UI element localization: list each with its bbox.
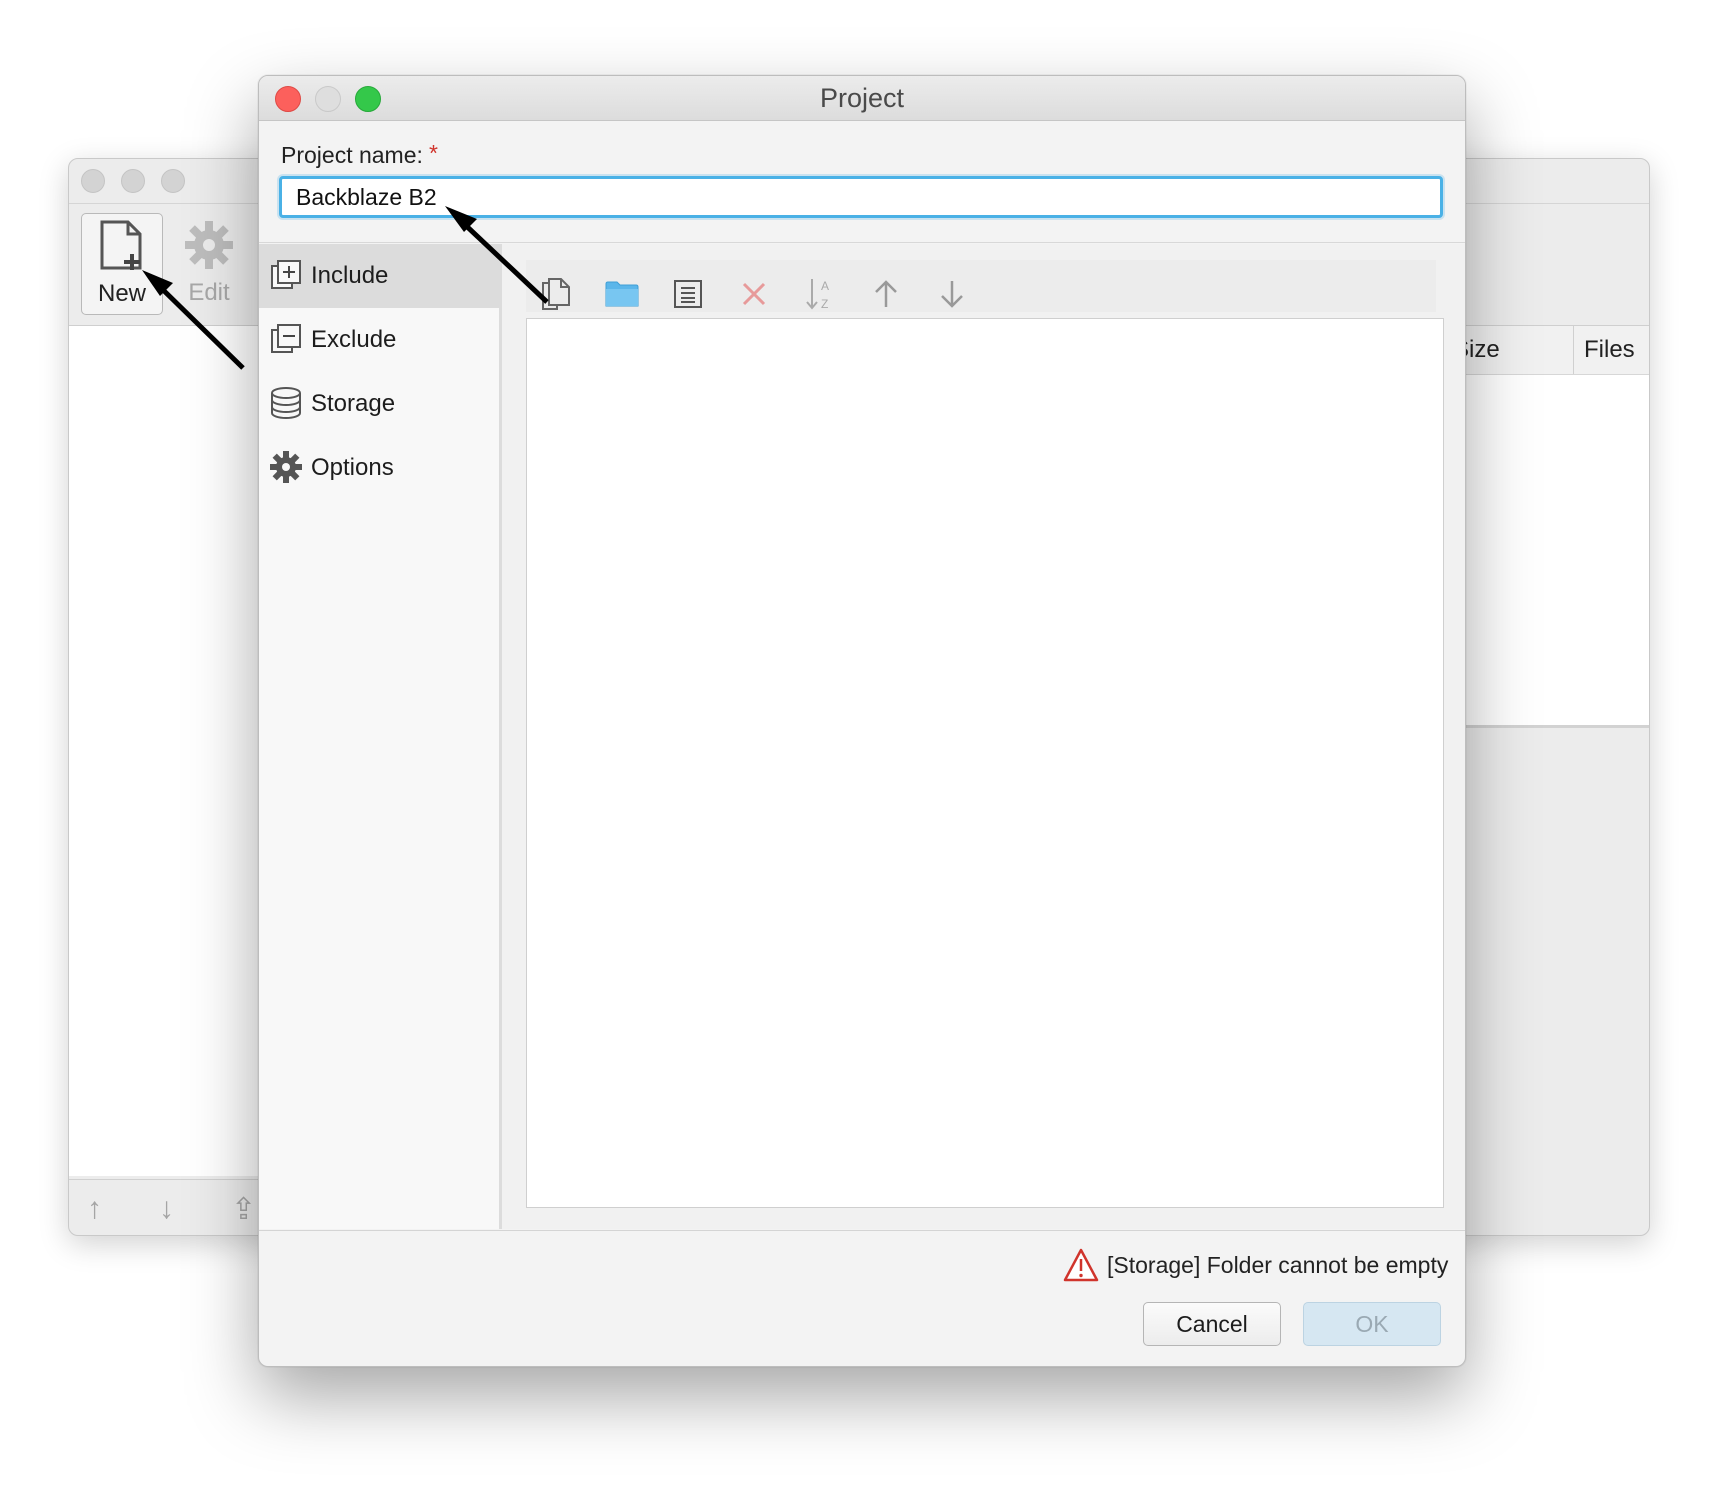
sidebar-item-storage[interactable]: Storage <box>259 372 499 436</box>
project-list[interactable] <box>69 325 259 1176</box>
upload-icon[interactable]: ⇪ <box>231 1192 256 1227</box>
bg-minimize-light[interactable] <box>121 169 145 193</box>
title-bar[interactable]: Project <box>259 76 1465 121</box>
gear-icon <box>185 221 233 269</box>
header-divider <box>259 242 1465 243</box>
section-sidebar: Include Exclude Storage Options <box>259 244 502 1229</box>
sidebar-item-label: Options <box>311 454 394 481</box>
edit-button-label: Edit <box>188 279 230 306</box>
add-file-button[interactable] <box>534 272 578 316</box>
project-table[interactable]: Size Files <box>1453 325 1649 726</box>
arrow-up-icon[interactable]: ↑ <box>87 1192 102 1226</box>
exclude-icon <box>271 324 301 353</box>
new-button[interactable]: New <box>81 213 163 315</box>
project-dialog: Project Project name: * Include Exclude <box>258 75 1466 1367</box>
move-down-button[interactable] <box>930 272 974 316</box>
delete-icon <box>742 282 766 306</box>
copy-file-icon <box>542 278 570 310</box>
footer-divider <box>259 1230 1465 1231</box>
move-up-button[interactable] <box>864 272 908 316</box>
sort-az-icon: A Z <box>806 279 829 311</box>
cancel-button[interactable]: Cancel <box>1143 1302 1281 1346</box>
arrow-down-icon[interactable]: ↓ <box>159 1192 174 1226</box>
svg-text:Z: Z <box>821 297 828 311</box>
gear-icon <box>270 451 302 483</box>
sidebar-item-label: Include <box>311 262 389 289</box>
bg-close-light[interactable] <box>81 169 105 193</box>
sidebar-item-label: Storage <box>311 390 396 417</box>
list-document-icon <box>674 280 702 308</box>
dialog-title: Project <box>819 83 905 113</box>
new-document-icon <box>100 220 142 270</box>
bg-bottom-toolbar: ↑ ↓ ⇪ <box>69 1179 259 1235</box>
sidebar-item-label: Exclude <box>311 326 397 353</box>
add-pattern-button[interactable] <box>666 272 710 316</box>
required-marker: * <box>429 140 438 166</box>
svg-text:A: A <box>821 279 829 293</box>
include-icon <box>271 260 301 289</box>
remove-button[interactable] <box>732 272 776 316</box>
bg-maximize-light[interactable] <box>161 169 185 193</box>
column-header-files[interactable]: Files <box>1573 326 1649 374</box>
include-list[interactable] <box>526 318 1444 1208</box>
add-folder-button[interactable] <box>600 272 644 316</box>
database-icon <box>271 387 301 419</box>
table-header: Size Files <box>1453 326 1649 375</box>
arrow-down-icon <box>941 281 963 308</box>
include-panel: A Z <box>502 244 1465 1229</box>
sidebar-item-exclude[interactable]: Exclude <box>259 308 499 372</box>
folder-icon <box>605 281 639 307</box>
edit-button[interactable]: Edit <box>169 213 249 313</box>
ok-button[interactable]: OK <box>1303 1302 1441 1346</box>
validation-error-message: [Storage] Folder cannot be empty <box>1107 1252 1449 1278</box>
sort-button[interactable]: A Z <box>798 272 842 316</box>
warning-icon <box>1063 1248 1099 1282</box>
project-name-label: Project name: <box>281 142 423 168</box>
sidebar-item-include[interactable]: Include <box>259 244 499 308</box>
new-button-label: New <box>97 280 146 307</box>
list-toolbar: A Z <box>526 260 1436 312</box>
split-pane-divider[interactable] <box>1459 725 1649 728</box>
project-name-input[interactable] <box>279 176 1443 218</box>
sidebar-item-options[interactable]: Options <box>259 436 499 500</box>
arrow-up-icon <box>875 280 897 307</box>
